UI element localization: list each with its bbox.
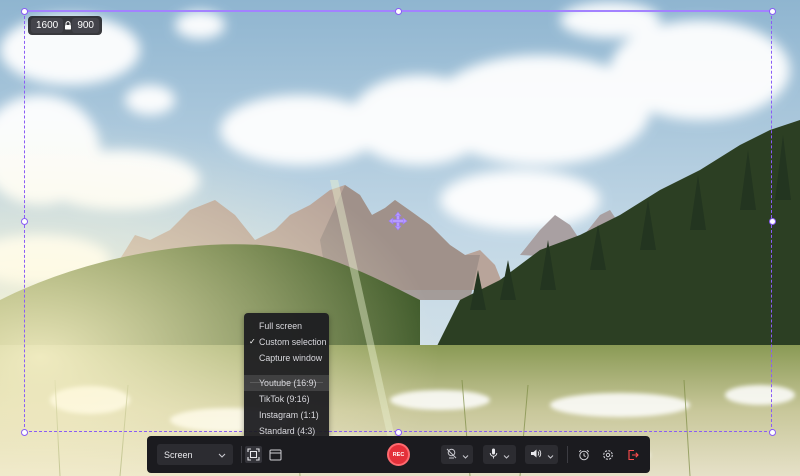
chevron-down-icon bbox=[218, 450, 226, 460]
menu-item-youtube-16-9[interactable]: Youtube (16:9) bbox=[244, 375, 329, 391]
source-select-value: Screen bbox=[164, 449, 193, 460]
lock-icon[interactable] bbox=[63, 21, 72, 31]
custom-area-icon[interactable] bbox=[245, 446, 262, 463]
resize-handle-bottom-left[interactable] bbox=[21, 429, 28, 436]
resize-handle-top-left[interactable] bbox=[21, 8, 28, 15]
menu-item-label: Custom selection bbox=[259, 337, 327, 347]
width-field[interactable]: 1600 bbox=[31, 18, 64, 33]
webcam-off-icon bbox=[446, 446, 457, 464]
menu-item-label: TikTok (9:16) bbox=[259, 394, 310, 404]
menu-item-label: Capture window bbox=[259, 353, 323, 363]
menu-item-label: Instagram (1:1) bbox=[259, 410, 319, 420]
resize-handle-top[interactable] bbox=[395, 8, 402, 15]
record-button[interactable]: REC bbox=[387, 443, 410, 466]
resize-handle-bottom[interactable] bbox=[395, 429, 402, 436]
toolbar-divider bbox=[567, 446, 568, 463]
toolbar-divider bbox=[241, 446, 242, 463]
menu-item-custom-selection[interactable]: ✓ Custom selection bbox=[244, 334, 329, 350]
exit-icon[interactable] bbox=[624, 446, 641, 463]
menu-item-instagram-1-1[interactable]: Instagram (1:1) bbox=[244, 407, 329, 423]
microphone-icon bbox=[489, 446, 498, 464]
chevron-down-icon bbox=[462, 446, 469, 464]
resize-handle-left[interactable] bbox=[21, 218, 28, 225]
recording-toolbar: Screen REC bbox=[147, 436, 650, 473]
selection-size-readout: 1600 900 bbox=[28, 16, 102, 35]
height-field[interactable]: 900 bbox=[72, 18, 99, 33]
window-icon[interactable] bbox=[267, 446, 284, 463]
speaker-icon bbox=[530, 446, 542, 464]
menu-item-label: Youtube (16:9) bbox=[259, 378, 317, 388]
chevron-down-icon bbox=[547, 446, 554, 464]
resize-handle-bottom-right[interactable] bbox=[769, 429, 776, 436]
menu-item-capture-window[interactable]: Capture window bbox=[244, 350, 329, 366]
system-audio-toggle[interactable] bbox=[525, 445, 558, 464]
chevron-down-icon bbox=[503, 446, 510, 464]
microphone-toggle[interactable] bbox=[483, 445, 516, 464]
capture-area-menu: Full screen ✓ Custom selection Capture w… bbox=[244, 313, 329, 446]
resize-handle-top-right[interactable] bbox=[769, 8, 776, 15]
move-cross-icon[interactable] bbox=[388, 211, 408, 231]
checkmark-icon: ✓ bbox=[249, 337, 256, 346]
resize-handle-right[interactable] bbox=[769, 218, 776, 225]
menu-item-tiktok-9-16[interactable]: TikTok (9:16) bbox=[244, 391, 329, 407]
alarm-clock-icon[interactable] bbox=[575, 446, 592, 463]
settings-icon[interactable] bbox=[599, 446, 616, 463]
menu-item-label: Full screen bbox=[259, 321, 303, 331]
menu-item-label: Standard (4:3) bbox=[259, 426, 316, 436]
webcam-toggle[interactable] bbox=[441, 445, 473, 464]
source-select[interactable]: Screen bbox=[157, 444, 233, 465]
menu-item-full-screen[interactable]: Full screen bbox=[244, 318, 329, 334]
